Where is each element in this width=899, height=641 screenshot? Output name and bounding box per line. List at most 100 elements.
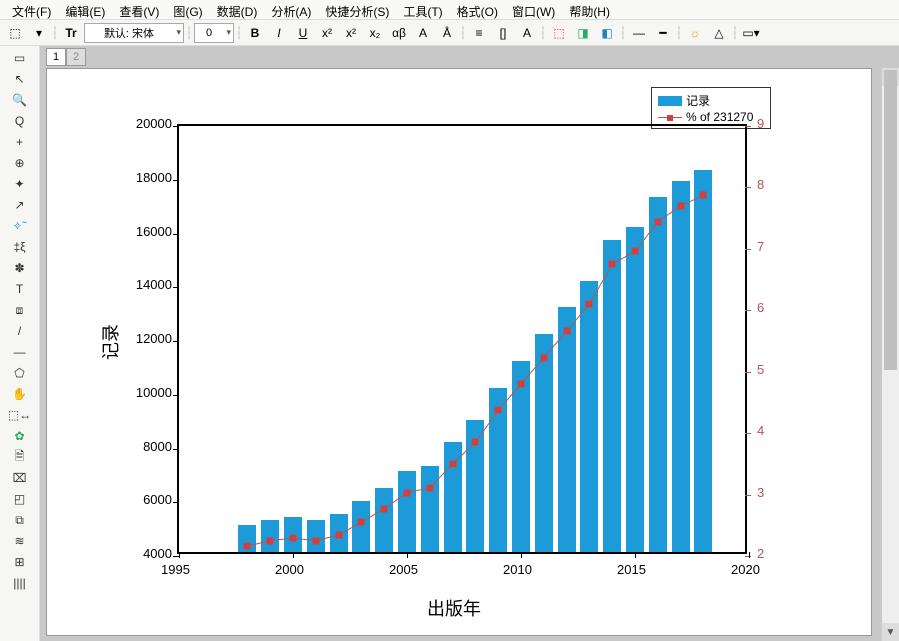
menu-format[interactable]: 格式(O)	[451, 2, 504, 17]
underline-button[interactable]: U	[292, 23, 314, 43]
bar-2014[interactable]	[603, 240, 621, 552]
pct-marker-2014[interactable]	[609, 261, 616, 268]
menu-window[interactable]: 窗口(W)	[506, 2, 561, 17]
tool-pan[interactable]: ✋	[3, 384, 37, 404]
text-tool-icon[interactable]: Tr	[60, 23, 82, 43]
style-a-button[interactable]: A	[516, 23, 538, 43]
pct-marker-2006[interactable]	[426, 484, 433, 491]
menu-edit[interactable]: 编辑(E)	[59, 2, 111, 17]
tool-crosshair[interactable]: +	[3, 132, 37, 152]
palette-button[interactable]: ◨	[572, 23, 594, 43]
tool-zoom-all[interactable]: Q	[3, 111, 37, 131]
tool-grid[interactable]: ⧉	[3, 510, 37, 530]
size-combo[interactable]: 0	[194, 23, 234, 43]
tool-reader[interactable]: ⊕	[3, 153, 37, 173]
bar-2003[interactable]	[352, 501, 370, 552]
bar-2011[interactable]	[535, 334, 553, 552]
bold-button[interactable]: B	[244, 23, 266, 43]
vertical-scrollbar[interactable]: ▲ ▼	[881, 68, 899, 641]
tool-hide[interactable]: ⌧	[3, 468, 37, 488]
tool-data-highlight[interactable]: ✦	[3, 174, 37, 194]
tab-2[interactable]: 2	[66, 48, 86, 66]
pct-marker-1999[interactable]	[267, 537, 274, 544]
menu-help[interactable]: 帮助(H)	[563, 2, 616, 17]
tool-select[interactable]: ▭	[3, 48, 37, 68]
pct-marker-2009[interactable]	[495, 407, 502, 414]
bar-2004[interactable]	[375, 488, 393, 553]
pct-marker-2017[interactable]	[677, 202, 684, 209]
tool-color[interactable]: ✿	[3, 426, 37, 446]
tool-notes[interactable]: 🗎	[3, 447, 37, 467]
align-button[interactable]: ≡	[468, 23, 490, 43]
pct-marker-2010[interactable]	[518, 381, 525, 388]
tool-annotation[interactable]: ⧈	[3, 300, 37, 320]
rect-button[interactable]: []	[492, 23, 514, 43]
fill-button[interactable]: ⬚	[548, 23, 570, 43]
pct-marker-2018[interactable]	[700, 192, 707, 199]
font-color-button[interactable]: A	[412, 23, 434, 43]
tool-bars[interactable]: ||||	[3, 573, 37, 593]
toolbar-pick-icon[interactable]: ⬚	[4, 23, 26, 43]
pct-marker-2005[interactable]	[404, 489, 411, 496]
menu-view[interactable]: 查看(V)	[113, 2, 165, 17]
pct-marker-2003[interactable]	[358, 519, 365, 526]
tool-pointer[interactable]: ↖	[3, 69, 37, 89]
font-combo[interactable]: 默认: 宋体	[84, 23, 184, 43]
bar-2015[interactable]	[626, 227, 644, 552]
bar-2006[interactable]	[421, 466, 439, 552]
bar-2001[interactable]	[307, 520, 325, 552]
line-style-button[interactable]: ━	[652, 23, 674, 43]
pct-marker-2016[interactable]	[654, 218, 661, 225]
toolbar-arrow-icon[interactable]: ▾	[28, 23, 50, 43]
tool-draw[interactable]: ✽	[3, 258, 37, 278]
tool-zoom[interactable]: 🔍	[3, 90, 37, 110]
chart-legend[interactable]: 记录 % of 231270	[651, 87, 771, 129]
pct-marker-2013[interactable]	[586, 301, 593, 308]
menu-file[interactable]: 文件(F)	[6, 2, 57, 17]
tool-axis[interactable]: ≋	[3, 531, 37, 551]
bar-2010[interactable]	[512, 361, 530, 552]
greek-button[interactable]: αβ	[388, 23, 410, 43]
pct-marker-2002[interactable]	[335, 532, 342, 539]
tool-mask[interactable]: ✧˜	[3, 216, 37, 236]
tool-layer[interactable]: ◰	[3, 489, 37, 509]
bar-2007[interactable]	[444, 442, 462, 552]
menu-tools[interactable]: 工具(T)	[397, 2, 448, 17]
tool-arrow[interactable]: ↗	[3, 195, 37, 215]
pct-marker-2012[interactable]	[563, 328, 570, 335]
superscript-button[interactable]: x²	[316, 23, 338, 43]
bar-2013[interactable]	[580, 281, 598, 552]
pct-marker-2000[interactable]	[290, 535, 297, 542]
tool-polygon[interactable]: ⬠	[3, 363, 37, 383]
pct-marker-2011[interactable]	[540, 354, 547, 361]
tool-resize[interactable]: ⬚↔	[3, 405, 37, 425]
bar-2017[interactable]	[672, 181, 690, 552]
layer-button[interactable]: ▭▾	[740, 23, 762, 43]
bar-2005[interactable]	[398, 471, 416, 552]
tool-line[interactable]: /	[3, 321, 37, 341]
italic-button[interactable]: I	[268, 23, 290, 43]
pct-marker-2015[interactable]	[632, 248, 639, 255]
palette2-button[interactable]: ◧	[596, 23, 618, 43]
pct-marker-2001[interactable]	[312, 537, 319, 544]
subscript-button[interactable]: x₂	[364, 23, 386, 43]
tool-roi[interactable]: ‡ξ	[3, 237, 37, 257]
pct-marker-2008[interactable]	[472, 439, 479, 446]
tool-graph[interactable]: ⊞	[3, 552, 37, 572]
menu-data[interactable]: 数据(D)	[211, 2, 264, 17]
tool-text[interactable]: T	[3, 279, 37, 299]
superscript2-button[interactable]: x²	[340, 23, 362, 43]
plot-area[interactable]	[177, 124, 747, 554]
menu-quick[interactable]: 快捷分析(S)	[319, 2, 395, 17]
pct-marker-2007[interactable]	[449, 460, 456, 467]
pct-marker-1998[interactable]	[244, 543, 251, 550]
accent-button[interactable]: Å	[436, 23, 458, 43]
pct-marker-2004[interactable]	[381, 505, 388, 512]
scroll-thumb[interactable]	[884, 70, 897, 370]
tab-1[interactable]: 1	[46, 48, 66, 66]
bar-2018[interactable]	[694, 170, 712, 552]
bar-1999[interactable]	[261, 520, 279, 552]
marker-icon[interactable]: △	[708, 23, 730, 43]
menu-analysis[interactable]: 分析(A)	[265, 2, 317, 17]
light-icon[interactable]: ☼	[684, 23, 706, 43]
